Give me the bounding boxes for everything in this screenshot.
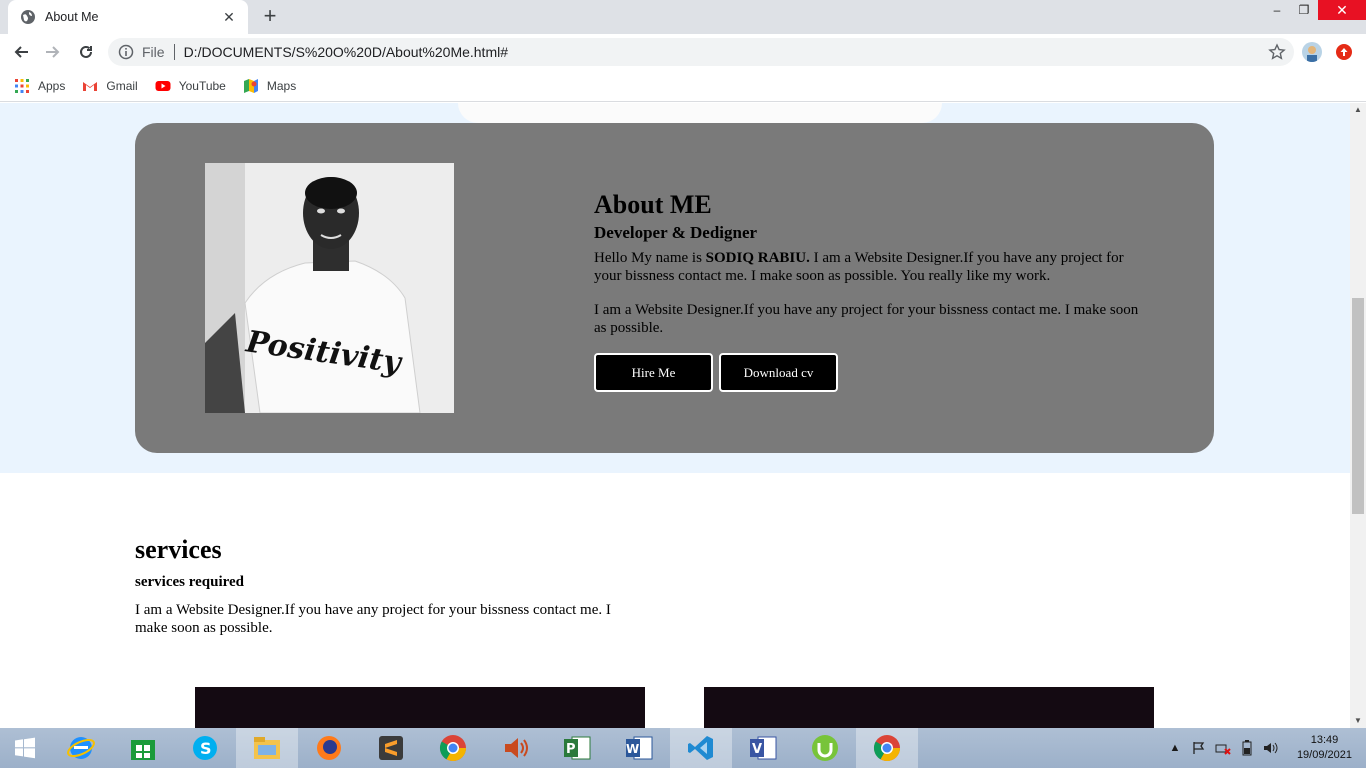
profile-avatar[interactable]: [1302, 42, 1322, 62]
profile-photo: Positivity: [205, 163, 454, 413]
close-tab-icon[interactable]: ✕: [220, 9, 238, 26]
bookmark-gmail[interactable]: Gmail: [82, 78, 138, 94]
services-text: I am a Website Designer.If you have any …: [135, 602, 611, 636]
scroll-thumb[interactable]: [1352, 298, 1364, 514]
bookmark-apps-label: Apps: [38, 78, 66, 93]
browser-toolbar: File D:/DOCUMENTS/S%20O%20D/About%20Me.h…: [0, 34, 1366, 70]
update-arrow-icon[interactable]: [1336, 44, 1352, 60]
service-card: [195, 687, 645, 728]
apps-grid-icon: [14, 78, 30, 94]
address-bar[interactable]: File D:/DOCUMENTS/S%20O%20D/About%20Me.h…: [108, 38, 1294, 66]
svg-text:W: W: [626, 742, 639, 756]
clock[interactable]: 13:49 19/09/2021: [1297, 733, 1352, 763]
svg-text:V: V: [752, 742, 762, 757]
bookmark-maps[interactable]: Maps: [243, 78, 296, 94]
tab-strip: About Me ✕ + – ❐ ✕: [0, 0, 1366, 34]
about-buttons: Hire Me Download cv: [594, 353, 1154, 392]
clock-date: 19/09/2021: [1296, 749, 1352, 761]
page-viewport: Positivity About ME Developer & Dedigner…: [0, 103, 1350, 728]
scroll-up-arrow-icon[interactable]: ▲: [1350, 103, 1366, 117]
file-scheme-label: File: [142, 44, 165, 60]
gmail-icon: [82, 78, 98, 94]
vertical-scrollbar[interactable]: ▲ ▼: [1350, 103, 1366, 728]
about-text-block: About ME Developer & Dedigner Hello My n…: [594, 190, 1154, 392]
youtube-icon: [155, 78, 171, 94]
about-card: Positivity About ME Developer & Dedigner…: [135, 123, 1214, 453]
tab-title: About Me: [45, 10, 99, 24]
about-heading: About ME: [594, 190, 712, 219]
close-window-button[interactable]: ✕: [1318, 0, 1366, 20]
scroll-down-arrow-icon[interactable]: ▼: [1350, 714, 1366, 728]
download-cv-button[interactable]: Download cv: [719, 353, 838, 392]
windows-start-icon[interactable]: [0, 728, 50, 768]
bookmark-maps-label: Maps: [266, 78, 297, 93]
project-icon[interactable]: P: [546, 728, 608, 768]
chrome-active-icon[interactable]: [856, 728, 918, 768]
about-intro: Hello My name is SODIQ RABIU. I am a Web…: [594, 249, 1154, 285]
services-subheading: services required: [135, 574, 245, 590]
volume-icon[interactable]: [1263, 740, 1279, 756]
tab-about-me[interactable]: About Me ✕: [8, 0, 248, 34]
speaker-app-icon[interactable]: [484, 728, 546, 768]
intro-before: Hello My name is: [594, 250, 706, 266]
bookmarks-bar: Apps Gmail YouTube Maps: [0, 70, 1366, 102]
action-center-flag-icon[interactable]: [1191, 740, 1207, 756]
about-subheading: Developer & Dedigner: [594, 223, 758, 242]
visio-icon[interactable]: V: [732, 728, 794, 768]
svg-text:S: S: [200, 739, 212, 758]
hire-me-button[interactable]: Hire Me: [594, 353, 713, 392]
skype-icon[interactable]: S: [174, 728, 236, 768]
service-card: [704, 687, 1154, 728]
arrow-left-icon: [14, 46, 28, 58]
arrow-right-icon: [46, 46, 60, 58]
author-name: SODIQ RABIU.: [705, 250, 810, 266]
about-paragraph-2: I am a Website Designer.If you have any …: [594, 302, 1139, 336]
chrome-icon[interactable]: [422, 728, 484, 768]
services-section: services services required I am a Websit…: [135, 535, 735, 637]
bookmark-youtube[interactable]: YouTube: [155, 78, 226, 94]
hero-image-edge: [458, 103, 942, 123]
show-hidden-icons-icon[interactable]: ▲: [1167, 740, 1183, 756]
info-icon[interactable]: [118, 44, 134, 60]
battery-icon[interactable]: [1239, 740, 1255, 756]
bookmark-gmail-label: Gmail: [106, 78, 138, 93]
url-text[interactable]: D:/DOCUMENTS/S%20O%20D/About%20Me.html#: [184, 44, 1268, 60]
clock-time: 13:49: [1310, 734, 1339, 746]
vscode-icon[interactable]: [670, 728, 732, 768]
utorrent-icon[interactable]: [794, 728, 856, 768]
reload-button[interactable]: [75, 41, 97, 63]
system-tray: ▲ 13:49 19/09/2021: [1163, 728, 1366, 768]
maps-icon: [243, 78, 259, 94]
omnibox-divider: [173, 44, 175, 60]
bookmark-star-icon[interactable]: [1268, 43, 1286, 61]
svg-text:P: P: [566, 742, 576, 757]
bookmark-apps[interactable]: Apps: [14, 78, 65, 94]
firefox-icon[interactable]: [298, 728, 360, 768]
services-heading: services: [135, 535, 222, 564]
sublime-text-icon[interactable]: [360, 728, 422, 768]
file-explorer-icon[interactable]: [236, 728, 298, 768]
internet-explorer-icon[interactable]: [50, 728, 112, 768]
network-disconnected-icon[interactable]: [1215, 740, 1231, 756]
forward-button[interactable]: [42, 41, 64, 63]
taskbar: S P W V ▲ 13:49 19/09/2021: [0, 728, 1366, 768]
about-section: Positivity About ME Developer & Dedigner…: [0, 103, 1350, 473]
new-tab-button[interactable]: +: [258, 5, 282, 29]
store-icon[interactable]: [112, 728, 174, 768]
bookmark-youtube-label: YouTube: [178, 78, 226, 93]
reload-icon: [80, 45, 92, 58]
globe-icon: [20, 9, 36, 25]
back-button[interactable]: [10, 41, 32, 63]
word-icon[interactable]: W: [608, 728, 670, 768]
